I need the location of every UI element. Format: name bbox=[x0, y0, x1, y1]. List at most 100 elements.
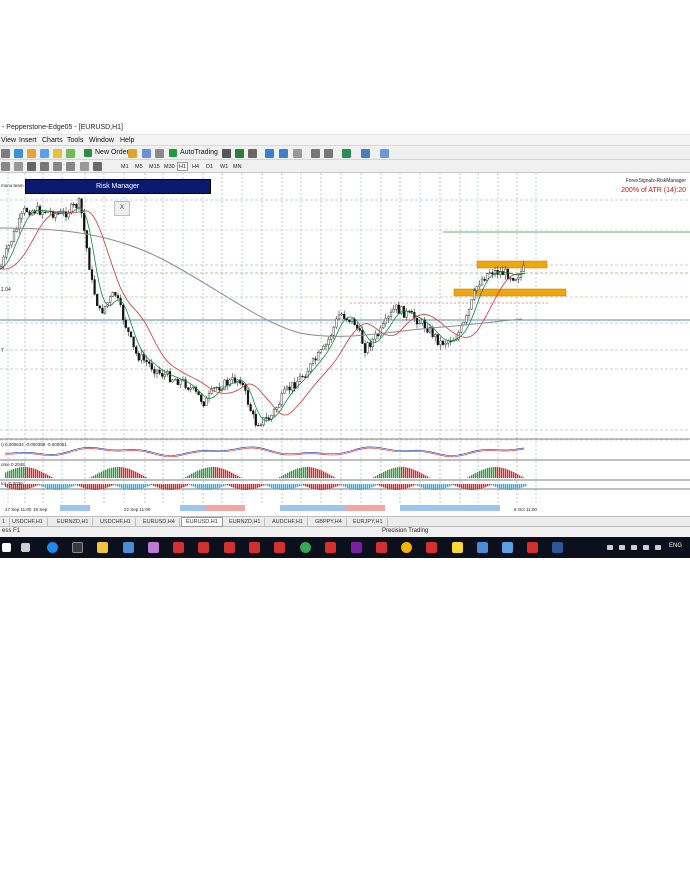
tab-eurjpy-h1[interactable]: EURJPY,H1 bbox=[349, 518, 388, 527]
mt4-icon-3[interactable] bbox=[224, 542, 235, 553]
timeframe-mn[interactable]: MN bbox=[231, 162, 244, 171]
chrome-icon[interactable] bbox=[300, 542, 311, 553]
snip-tool-icon[interactable] bbox=[502, 542, 513, 553]
timeframe-m30[interactable]: M30 bbox=[162, 162, 177, 171]
risk-manager-panel[interactable]: Risk Manager bbox=[25, 179, 211, 194]
profiles-icon[interactable] bbox=[27, 149, 36, 158]
cloud-icon[interactable] bbox=[619, 545, 625, 550]
tray-chevron-icon[interactable] bbox=[607, 545, 613, 550]
arrows-icon[interactable] bbox=[93, 162, 102, 171]
mt4-icon-1[interactable] bbox=[173, 542, 184, 553]
fibonacci-icon[interactable] bbox=[66, 162, 75, 171]
ac-bar bbox=[523, 484, 525, 487]
channel-icon[interactable] bbox=[53, 162, 62, 171]
candle-body bbox=[361, 329, 364, 344]
store-icon[interactable] bbox=[72, 542, 83, 553]
language-indicator[interactable]: ENG bbox=[669, 543, 682, 549]
file-explorer-icon[interactable] bbox=[97, 542, 108, 553]
data-window-icon[interactable] bbox=[53, 149, 62, 158]
sticky-notes-icon[interactable] bbox=[452, 542, 463, 553]
battery-icon[interactable] bbox=[655, 545, 661, 550]
indicators-icon[interactable] bbox=[342, 149, 351, 158]
ac-bar bbox=[129, 484, 131, 490]
ao-bar bbox=[321, 470, 323, 478]
network-icon[interactable] bbox=[631, 545, 637, 550]
text-tool-icon[interactable] bbox=[80, 162, 89, 171]
timeframe-m5[interactable]: M5 bbox=[133, 162, 145, 171]
tab-usdchf-h1[interactable]: USDCHF,H1 bbox=[8, 518, 48, 527]
trendline-icon[interactable] bbox=[27, 162, 36, 171]
timeframe-w1[interactable]: W1 bbox=[218, 162, 230, 171]
ac-bar bbox=[337, 484, 339, 486]
templates-icon[interactable] bbox=[380, 149, 389, 158]
menu-window[interactable]: Window bbox=[89, 137, 114, 144]
photos-icon[interactable] bbox=[148, 542, 159, 553]
word-icon[interactable] bbox=[552, 542, 563, 553]
options-icon[interactable] bbox=[155, 149, 164, 158]
tab-eurusd-h4[interactable]: EURUSD,H4 bbox=[139, 518, 180, 527]
menu-tools[interactable]: Tools bbox=[67, 137, 83, 144]
onenote-icon[interactable] bbox=[351, 542, 362, 553]
tab-gbppy-h4[interactable]: GBPPY,H4 bbox=[311, 518, 347, 527]
new-order-button[interactable]: New Order bbox=[84, 148, 129, 158]
horizontal-line-icon[interactable] bbox=[40, 162, 49, 171]
mt4-icon-2[interactable] bbox=[198, 542, 209, 553]
candle-body bbox=[332, 326, 335, 336]
timeframe-h1[interactable]: H1 bbox=[177, 162, 189, 171]
timeframe-h4[interactable]: H4 bbox=[190, 162, 201, 171]
mail-icon[interactable] bbox=[123, 542, 134, 553]
ao-bar bbox=[483, 469, 485, 478]
new-chart-icon[interactable] bbox=[14, 149, 23, 158]
metaeditor-icon[interactable] bbox=[128, 149, 137, 158]
bar-chart-icon[interactable] bbox=[222, 149, 231, 158]
candlestick-chart-icon[interactable] bbox=[235, 149, 244, 158]
menu-charts[interactable]: Charts bbox=[42, 137, 63, 144]
tab-audchf-h1[interactable]: AUDCHF,H1 bbox=[268, 518, 308, 527]
tab-eurnzd-h1-2[interactable]: EURNZD,H1 bbox=[225, 518, 266, 527]
mt4-icon-6[interactable] bbox=[325, 542, 336, 553]
timeframe-m15[interactable]: M15 bbox=[147, 162, 162, 171]
autoscroll-icon[interactable] bbox=[324, 149, 333, 158]
market-watch-icon[interactable] bbox=[40, 149, 49, 158]
crosshair-icon[interactable] bbox=[14, 162, 23, 171]
menu-insert[interactable]: Insert bbox=[19, 137, 37, 144]
volume-icon[interactable] bbox=[643, 545, 649, 550]
chart-shift-icon[interactable] bbox=[311, 149, 320, 158]
zoom-out-icon[interactable] bbox=[279, 149, 288, 158]
candle-body bbox=[512, 277, 515, 281]
mt4-icon-7[interactable] bbox=[376, 542, 387, 553]
tile-windows-icon[interactable] bbox=[293, 149, 302, 158]
mt4-icon-4[interactable] bbox=[249, 542, 260, 553]
dropdown-icon[interactable] bbox=[1, 149, 10, 158]
cursor-icon[interactable] bbox=[1, 162, 10, 171]
ac-bar bbox=[245, 484, 247, 490]
navigator-icon[interactable] bbox=[66, 149, 75, 158]
candle-body bbox=[384, 318, 387, 324]
edge-browser-icon[interactable] bbox=[47, 542, 58, 553]
tab-eurnzd-h1[interactable]: EURNZD,H1 bbox=[53, 518, 94, 527]
tab-usdchf-h1-2[interactable]: USDCHF,H1 bbox=[96, 518, 136, 527]
autotrading-button[interactable]: AutoTrading bbox=[169, 148, 218, 158]
task-view-icon[interactable] bbox=[21, 543, 30, 552]
tab-eurusd-h1[interactable]: EURUSD,H1 bbox=[181, 517, 223, 527]
signals-icon[interactable] bbox=[142, 149, 151, 158]
line-chart-icon[interactable] bbox=[248, 149, 257, 158]
calculator-icon[interactable] bbox=[477, 542, 488, 553]
mt4-icon-9[interactable] bbox=[527, 542, 538, 553]
price-chart[interactable]: 1.04 7 mono.team I) 0.000632 -0.000389 -0.0… bbox=[0, 173, 690, 516]
menu-view[interactable]: View bbox=[1, 137, 16, 144]
ao-bar bbox=[329, 474, 331, 478]
risk-manager-close-button[interactable]: X bbox=[114, 201, 130, 216]
app-icon-yellow[interactable] bbox=[401, 542, 412, 553]
candle-body bbox=[163, 374, 166, 377]
mt4-icon-5[interactable] bbox=[274, 542, 285, 553]
menu-help[interactable]: Help bbox=[120, 137, 134, 144]
periods-icon[interactable] bbox=[361, 149, 370, 158]
zoom-in-icon[interactable] bbox=[265, 149, 274, 158]
timeframe-d1[interactable]: D1 bbox=[204, 162, 215, 171]
chart-canvas[interactable]: 1.04 7 mono.team I) 0.000632 -0.000389 -0.0… bbox=[0, 173, 690, 516]
mt4-icon-8[interactable] bbox=[426, 542, 437, 553]
ac-bar bbox=[145, 484, 147, 488]
timeframe-m1[interactable]: M1 bbox=[119, 162, 131, 171]
search-icon[interactable] bbox=[2, 543, 11, 552]
